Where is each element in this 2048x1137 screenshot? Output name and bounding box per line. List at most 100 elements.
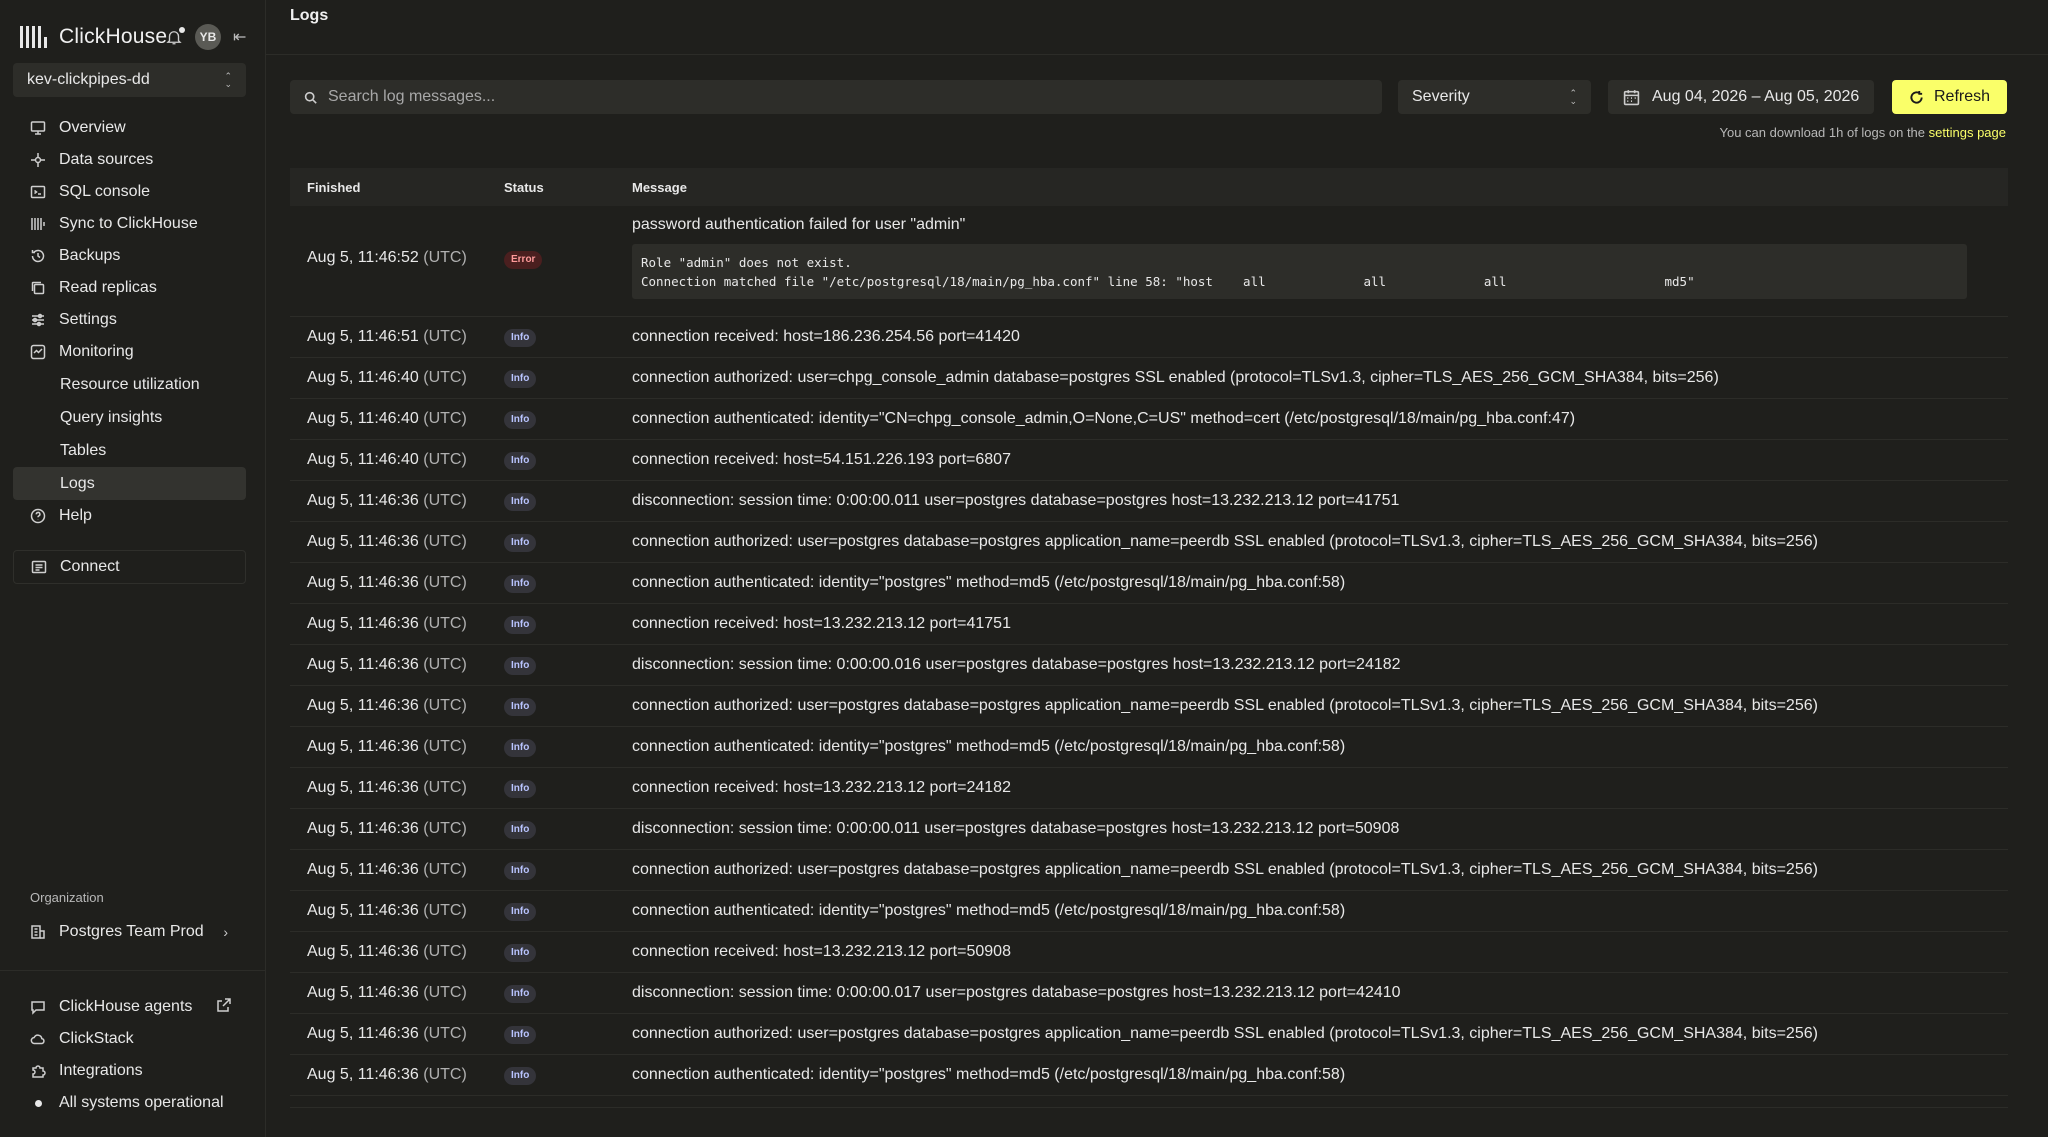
- table-row[interactable]: Aug 5, 11:46:36 (UTC) Info disconnection…: [290, 481, 2008, 522]
- nav-item-label: Settings: [59, 311, 117, 328]
- system-status[interactable]: All systems operational: [13, 1087, 246, 1119]
- nav-item-monitoring[interactable]: Monitoring: [13, 336, 246, 368]
- nav-item-sql-console[interactable]: SQL console: [13, 176, 246, 208]
- row-timezone: (UTC): [423, 249, 467, 266]
- chevron-up-down-icon: ⌃ ⌄: [224, 71, 232, 89]
- row-message: connection authorized: user=postgres dat…: [632, 533, 1818, 550]
- settings-page-link[interactable]: settings page: [1929, 125, 2006, 140]
- row-finished: Aug 5, 11:46:36 (UTC): [290, 1025, 504, 1043]
- row-status: Info: [504, 532, 632, 552]
- table-row[interactable]: Aug 5, 11:46:36 (UTC) Info connection au…: [290, 727, 2008, 768]
- status-badge: Info: [504, 575, 537, 593]
- row-finished: Aug 5, 11:46:36 (UTC): [290, 697, 504, 715]
- row-message: connection authorized: user=postgres dat…: [632, 1025, 1818, 1042]
- organization-selector[interactable]: Postgres Team Prod ›: [13, 916, 246, 948]
- nav-item-label: Backups: [59, 247, 121, 264]
- table-row[interactable]: Aug 5, 11:46:36 (UTC) Info disconnection…: [290, 645, 2008, 686]
- row-message: disconnection: session time: 0:00:00.017…: [632, 984, 1401, 1001]
- table-row[interactable]: Aug 5, 11:46:36 (UTC) Info disconnection…: [290, 809, 2008, 850]
- table-row-error[interactable]: Aug 5, 11:46:52 (UTC) Error password aut…: [290, 206, 2008, 317]
- row-finished: Aug 5, 11:46:36 (UTC): [290, 779, 504, 797]
- header-status[interactable]: Status: [504, 180, 632, 195]
- main-content: Logs Severity ⌃⌄ Aug 04, 2026 – Aug 05, …: [266, 0, 2048, 1137]
- row-status: Info: [504, 1065, 632, 1085]
- nav-item-label: Tables: [60, 441, 107, 459]
- nav-sub-logs[interactable]: Logs: [13, 467, 246, 500]
- row-timezone: (UTC): [423, 902, 467, 919]
- row-time: Aug 5, 11:46:52: [307, 249, 419, 266]
- status-badge: Info: [504, 862, 537, 880]
- row-finished: Aug 5, 11:46:52 (UTC): [290, 206, 504, 267]
- table-row[interactable]: Aug 5, 11:46:36 (UTC) Info connection au…: [290, 1055, 2008, 1096]
- row-time: Aug 5, 11:46:36: [307, 861, 419, 878]
- nav-item-clickhouse-agents[interactable]: ClickHouse agents: [13, 991, 246, 1023]
- row-finished: Aug 5, 11:46:36 (UTC): [290, 492, 504, 510]
- nav-sub-tables[interactable]: Tables: [13, 434, 246, 467]
- table-row[interactable]: Aug 5, 11:46:36 (UTC) Info connection au…: [290, 686, 2008, 727]
- activity-icon: [30, 344, 46, 360]
- row-timezone: (UTC): [423, 697, 467, 714]
- table-row[interactable]: Aug 5, 11:46:40 (UTC) Info connection au…: [290, 399, 2008, 440]
- row-message: connection received: host=186.236.254.56…: [632, 328, 1020, 345]
- nav-item-settings[interactable]: Settings: [13, 304, 246, 336]
- nav-item-backups[interactable]: Backups: [13, 240, 246, 272]
- row-message: disconnection: session time: 0:00:00.016…: [632, 656, 1401, 673]
- table-row[interactable]: Aug 5, 11:46:51 (UTC) Info connection re…: [290, 317, 2008, 358]
- service-selector[interactable]: kev-clickpipes-dd ⌃ ⌄: [13, 63, 246, 97]
- row-finished: Aug 5, 11:46:36 (UTC): [290, 820, 504, 838]
- search-input[interactable]: [328, 88, 1328, 106]
- nav-item-label: Read replicas: [59, 279, 157, 296]
- table-row[interactable]: Aug 5, 11:46:36 (UTC) Info connection re…: [290, 768, 2008, 809]
- nav-item-sync-to-clickhouse[interactable]: Sync to ClickHouse: [13, 208, 246, 240]
- table-row[interactable]: Aug 5, 11:46:36 (UTC) Info connection au…: [290, 891, 2008, 932]
- row-time: Aug 5, 11:46:51: [307, 328, 419, 345]
- table-row[interactable]: Aug 5, 11:46:36 (UTC) Info connection au…: [290, 850, 2008, 891]
- log-toolbar: Severity ⌃⌄ Aug 04, 2026 – Aug 05, 2026 …: [290, 80, 2008, 114]
- refresh-button[interactable]: Refresh: [1892, 80, 2007, 114]
- table-row[interactable]: Aug 5, 11:46:36 (UTC) Info connection re…: [290, 604, 2008, 645]
- row-message: connection authorized: user=postgres dat…: [632, 861, 1818, 878]
- status-badge: Info: [504, 616, 537, 634]
- search-box[interactable]: [290, 80, 1382, 114]
- table-row[interactable]: Aug 5, 11:46:36 (UTC) Info disconnection…: [290, 973, 2008, 1014]
- row-status: Info: [504, 983, 632, 1003]
- row-message: connection authorized: user=postgres dat…: [632, 697, 1818, 714]
- nav-item-integrations[interactable]: Integrations: [13, 1055, 246, 1087]
- table-row[interactable]: Aug 5, 11:46:36 (UTC) Info connection au…: [290, 563, 2008, 604]
- row-finished: Aug 5, 11:46:40 (UTC): [290, 410, 504, 428]
- row-status: Info: [504, 1024, 632, 1044]
- table-header: Finished Status Message: [290, 168, 2008, 206]
- user-avatar[interactable]: YB: [195, 24, 221, 50]
- table-row[interactable]: Aug 5, 11:46:36 (UTC) Info connection au…: [290, 1014, 2008, 1055]
- nav-item-overview[interactable]: Overview: [13, 112, 246, 144]
- status-badge: Info: [504, 780, 537, 798]
- nav-item-help[interactable]: Help: [13, 500, 246, 532]
- status-badge: Info: [504, 1026, 537, 1044]
- status-badge: Info: [504, 821, 537, 839]
- row-timezone: (UTC): [423, 820, 467, 837]
- nav-item-data-sources[interactable]: Data sources: [13, 144, 246, 176]
- help-circle-icon: [30, 508, 46, 524]
- severity-select[interactable]: Severity ⌃ ⌄: [1398, 80, 1591, 114]
- nav-item-read-replicas[interactable]: Read replicas: [13, 272, 246, 304]
- row-timezone: (UTC): [423, 328, 467, 345]
- brand[interactable]: ClickHouse: [20, 22, 167, 52]
- nav-sub-query-insights[interactable]: Query insights: [13, 401, 246, 434]
- calendar-icon: [1623, 89, 1640, 105]
- header-finished[interactable]: Finished: [290, 180, 504, 195]
- collapse-sidebar-icon[interactable]: ⇤: [233, 27, 246, 47]
- status-badge: Info: [504, 534, 537, 552]
- date-range-picker[interactable]: Aug 04, 2026 – Aug 05, 2026: [1608, 80, 1874, 114]
- row-message: connection authorized: user=chpg_console…: [632, 369, 1719, 386]
- header-message[interactable]: Message: [632, 180, 2008, 195]
- connect-button[interactable]: Connect: [13, 550, 246, 584]
- nav-item-clickstack[interactable]: ClickStack: [13, 1023, 246, 1055]
- table-row[interactable]: Aug 5, 11:46:36 (UTC) Info connection au…: [290, 522, 2008, 563]
- nav-sub-resource-utilization[interactable]: Resource utilization: [13, 368, 246, 401]
- notifications-bell-icon[interactable]: [165, 27, 185, 46]
- table-row[interactable]: Aug 5, 11:46:40 (UTC) Info connection au…: [290, 358, 2008, 399]
- status-badge: Info: [504, 657, 537, 675]
- table-row[interactable]: Aug 5, 11:46:36 (UTC) Info connection re…: [290, 932, 2008, 973]
- table-row[interactable]: Aug 5, 11:46:40 (UTC) Info connection re…: [290, 440, 2008, 481]
- date-range-text: Aug 04, 2026 – Aug 05, 2026: [1652, 88, 1860, 105]
